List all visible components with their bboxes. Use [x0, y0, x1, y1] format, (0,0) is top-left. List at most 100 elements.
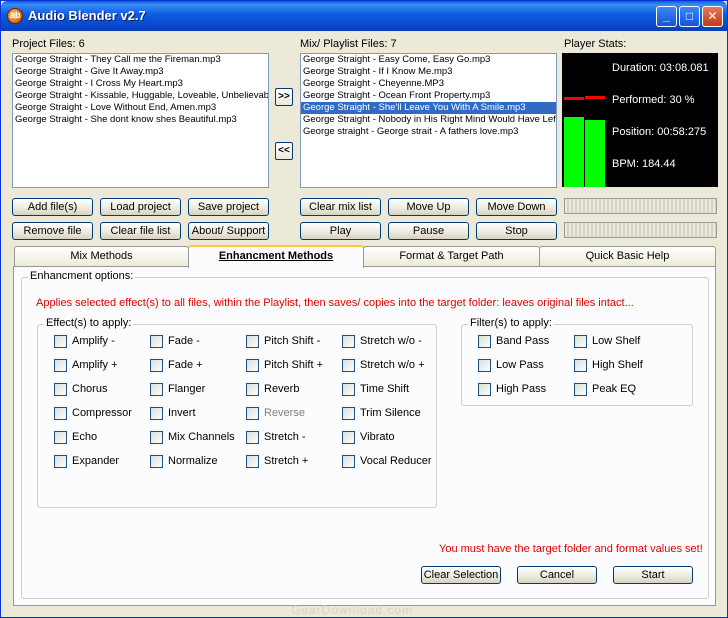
filters-title: Filter(s) to apply:: [468, 317, 554, 329]
checkbox-label: Stretch -: [264, 431, 306, 443]
checkbox-box[interactable]: [54, 431, 67, 444]
tab-quick-basic-help[interactable]: Quick Basic Help: [539, 246, 716, 267]
title-bar[interactable]: ab Audio Blender v2.7 _ □ ✕: [1, 1, 727, 31]
checkbox-box[interactable]: [342, 455, 355, 468]
checkbox-box[interactable]: [478, 335, 491, 348]
checkbox-label: Vibrato: [360, 431, 395, 443]
checkbox-box[interactable]: [150, 455, 163, 468]
checkbox-box[interactable]: [574, 383, 587, 396]
checkbox-label: Time Shift: [360, 383, 410, 395]
checkbox-box[interactable]: [342, 383, 355, 396]
list-item[interactable]: George Straight - Give It Away.mp3: [13, 66, 268, 78]
start-button[interactable]: Start: [613, 566, 693, 584]
move-down-button[interactable]: Move Down: [476, 198, 557, 216]
tab-format-target-path[interactable]: Format & Target Path: [363, 246, 540, 267]
list-item[interactable]: George Straight - Love Without End, Amen…: [13, 102, 268, 114]
add-files-button[interactable]: Add file(s): [12, 198, 93, 216]
clear-file-list-button[interactable]: Clear file list: [100, 222, 181, 240]
move-up-button[interactable]: Move Up: [388, 198, 469, 216]
list-item[interactable]: George Straight - They Call me the Firem…: [13, 54, 268, 66]
list-item[interactable]: George Straight - She dont know shes Bea…: [13, 114, 268, 126]
list-item[interactable]: George Straight - Easy Come, Easy Go.mp3: [301, 54, 556, 66]
checkbox-label: Chorus: [72, 383, 108, 395]
right-level-meter: [585, 120, 605, 187]
right-peak-marker: [585, 96, 605, 99]
checkbox-box[interactable]: [54, 383, 67, 396]
position-readout: Position: 00:58:275: [612, 126, 707, 138]
checkbox-box[interactable]: [342, 359, 355, 372]
load-project-button[interactable]: Load project: [100, 198, 181, 216]
list-item[interactable]: George Straight - Cheyenne.MP3: [301, 78, 556, 90]
enhancement-options-group: Enhancment options: Applies selected eff…: [21, 270, 709, 599]
clear-selection-button[interactable]: Clear Selection: [421, 566, 501, 584]
checkbox-box[interactable]: [246, 407, 259, 420]
list-item[interactable]: George Straight - Ocean Front Property.m…: [301, 90, 556, 102]
player-stats-label: Player Stats:: [564, 38, 627, 50]
checkbox-box[interactable]: [246, 383, 259, 396]
remove-file-button[interactable]: Remove file: [12, 222, 93, 240]
checkbox-box[interactable]: [150, 383, 163, 396]
checkbox-box[interactable]: [150, 407, 163, 420]
close-button[interactable]: ✕: [702, 6, 723, 27]
list-item[interactable]: George Straight - If I Know Me.mp3: [301, 66, 556, 78]
checkbox-box[interactable]: [478, 383, 491, 396]
bpm-readout: BPM: 184.44: [612, 158, 676, 170]
pause-button[interactable]: Pause: [388, 222, 469, 240]
checkbox-label: Band Pass: [496, 335, 550, 347]
checkbox-label: Low Pass: [496, 359, 544, 371]
about-support-button[interactable]: About/ Support: [188, 222, 269, 240]
remove-from-mix-button[interactable]: <<: [275, 142, 293, 160]
checkbox-box[interactable]: [54, 455, 67, 468]
app-logo-icon[interactable]: ab: [7, 8, 23, 24]
add-to-mix-button[interactable]: >>: [275, 88, 293, 106]
list-item[interactable]: George straight - George strait - A fath…: [301, 126, 556, 138]
checkbox-box[interactable]: [54, 407, 67, 420]
checkbox-label: Trim Silence: [360, 407, 421, 419]
play-button[interactable]: Play: [300, 222, 381, 240]
checkbox-box[interactable]: [246, 335, 259, 348]
checkbox-label: Pitch Shift -: [264, 335, 321, 347]
list-item[interactable]: George Straight - Kissable, Huggable, Lo…: [13, 90, 268, 102]
checkbox-box[interactable]: [246, 455, 259, 468]
cancel-button[interactable]: Cancel: [517, 566, 597, 584]
checkbox-box[interactable]: [342, 335, 355, 348]
list-item[interactable]: George Straight - She'll Leave You With …: [301, 102, 556, 114]
checkbox-label: Reverse: [264, 407, 305, 419]
checkbox-label: Peak EQ: [592, 383, 637, 395]
checkbox-box[interactable]: [150, 335, 163, 348]
playlist-files-list[interactable]: George Straight - Easy Come, Easy Go.mp3…: [300, 53, 557, 188]
checkbox-box[interactable]: [342, 431, 355, 444]
checkbox-label: High Pass: [496, 383, 547, 395]
tab-mix-methods[interactable]: Mix Methods: [14, 246, 189, 267]
checkbox-box[interactable]: [54, 359, 67, 372]
checkbox-box[interactable]: [54, 335, 67, 348]
enhancement-options-label: Enhancment options:: [28, 270, 136, 282]
stop-button[interactable]: Stop: [476, 222, 557, 240]
checkbox-label: Stretch w/o -: [360, 335, 422, 347]
checkbox-box[interactable]: [150, 431, 163, 444]
checkbox-label: Stretch +: [264, 455, 309, 467]
minimize-button[interactable]: _: [656, 6, 677, 27]
mix-progress-bar: [564, 198, 717, 214]
list-item[interactable]: George Straight - Nobody in His Right Mi…: [301, 114, 556, 126]
checkbox-label: Flanger: [168, 383, 206, 395]
checkbox-box[interactable]: [574, 359, 587, 372]
checkbox-box[interactable]: [150, 359, 163, 372]
project-files-list[interactable]: George Straight - They Call me the Firem…: [12, 53, 269, 188]
checkbox-box[interactable]: [342, 407, 355, 420]
clear-mix-list-button[interactable]: Clear mix list: [300, 198, 381, 216]
checkbox-label: Amplify +: [72, 359, 118, 371]
checkbox-label: Reverb: [264, 383, 300, 395]
checkbox-box[interactable]: [478, 359, 491, 372]
checkbox-box[interactable]: [574, 335, 587, 348]
window-title: Audio Blender v2.7: [28, 8, 146, 23]
checkbox-label: Fade -: [168, 335, 200, 347]
save-project-button[interactable]: Save project: [188, 198, 269, 216]
checkbox-label: Normalize: [168, 455, 218, 467]
enhancement-tab-panel: Enhancment options: Applies selected eff…: [13, 266, 716, 606]
list-item[interactable]: George Straight - I Cross My Heart.mp3: [13, 78, 268, 90]
checkbox-box[interactable]: [246, 431, 259, 444]
checkbox-box[interactable]: [246, 359, 259, 372]
maximize-button[interactable]: □: [679, 6, 700, 27]
tab-enhancment-methods[interactable]: Enhancment Methods: [188, 245, 364, 268]
